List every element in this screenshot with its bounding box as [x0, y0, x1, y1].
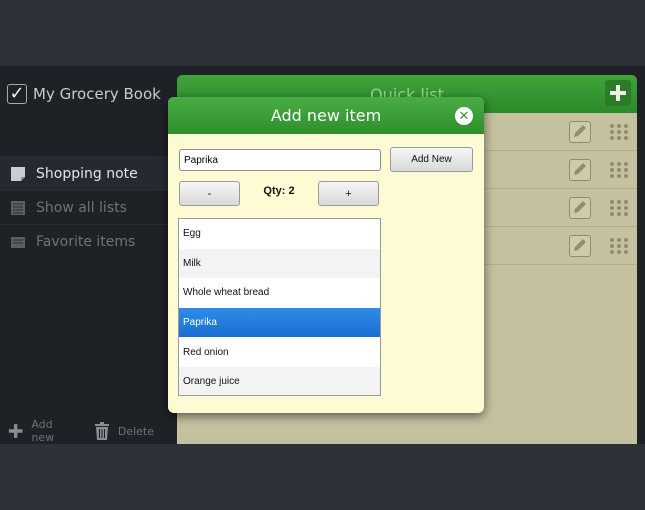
list-icon [11, 200, 25, 215]
bottom-bar [0, 444, 645, 510]
grip-icon[interactable] [609, 123, 629, 141]
suggestion-item[interactable]: Red onion [179, 337, 380, 367]
plus-icon [610, 85, 626, 101]
plus-icon [8, 424, 23, 438]
add-new-item-button[interactable]: Add New [390, 147, 473, 172]
item-name-input[interactable] [179, 149, 381, 171]
trash-icon [94, 422, 109, 440]
grip-icon[interactable] [609, 237, 629, 255]
suggestion-item[interactable]: Whole wheat bread [179, 278, 380, 308]
qty-label: Qty: 2 [263, 185, 295, 197]
increase-qty-button[interactable]: + [318, 181, 379, 206]
suggestion-item[interactable]: Orange juice [179, 366, 380, 395]
note-icon [11, 166, 25, 181]
sidebar-item-show-all-lists[interactable]: Show all lists [0, 190, 168, 224]
sidebar-item-favorite-items[interactable]: Favorite items [0, 224, 168, 258]
dialog-title: Add new item [270, 106, 382, 125]
sidebar-actions: Add new Delete [8, 418, 168, 444]
add-item-button[interactable] [605, 80, 631, 106]
add-item-dialog: Add new item ✕ Add New - Qty: 2 + Egg Mi… [168, 97, 484, 413]
sidebar-item-label: Show all lists [36, 199, 127, 216]
suggestion-item-selected[interactable]: Paprika [179, 307, 380, 338]
dialog-header: Add new item ✕ [168, 97, 484, 134]
grip-icon[interactable] [609, 199, 629, 217]
suggestion-item[interactable]: Egg [179, 219, 380, 249]
delete-button[interactable]: Delete [94, 422, 154, 440]
sidebar-item-label: Favorite items [36, 233, 136, 250]
favorite-icon [11, 236, 25, 248]
suggestion-item[interactable]: Milk [179, 248, 380, 279]
edit-icon[interactable] [569, 197, 591, 219]
add-new-label: Add new [31, 418, 55, 444]
grip-icon[interactable] [609, 161, 629, 179]
check-icon: ✓ [7, 84, 27, 104]
edit-icon[interactable] [569, 159, 591, 181]
sidebar-item-label: Shopping note [36, 165, 138, 182]
sidebar-nav: Shopping note Show all lists Favorite it… [0, 156, 168, 258]
sidebar: ✓ My Grocery Book Shopping note Show all… [0, 66, 168, 444]
suggestion-list[interactable]: Egg Milk Whole wheat bread Paprika Red o… [178, 218, 381, 396]
add-new-button[interactable]: Add new [8, 418, 72, 444]
app-title: My Grocery Book [33, 85, 161, 103]
close-icon[interactable]: ✕ [455, 107, 473, 125]
edit-icon[interactable] [569, 235, 591, 257]
decrease-qty-button[interactable]: - [179, 181, 240, 206]
sidebar-item-shopping-note[interactable]: Shopping note [0, 156, 168, 190]
app-header: ✓ My Grocery Book [7, 84, 161, 104]
delete-label: Delete [117, 424, 154, 438]
edit-icon[interactable] [569, 121, 591, 143]
